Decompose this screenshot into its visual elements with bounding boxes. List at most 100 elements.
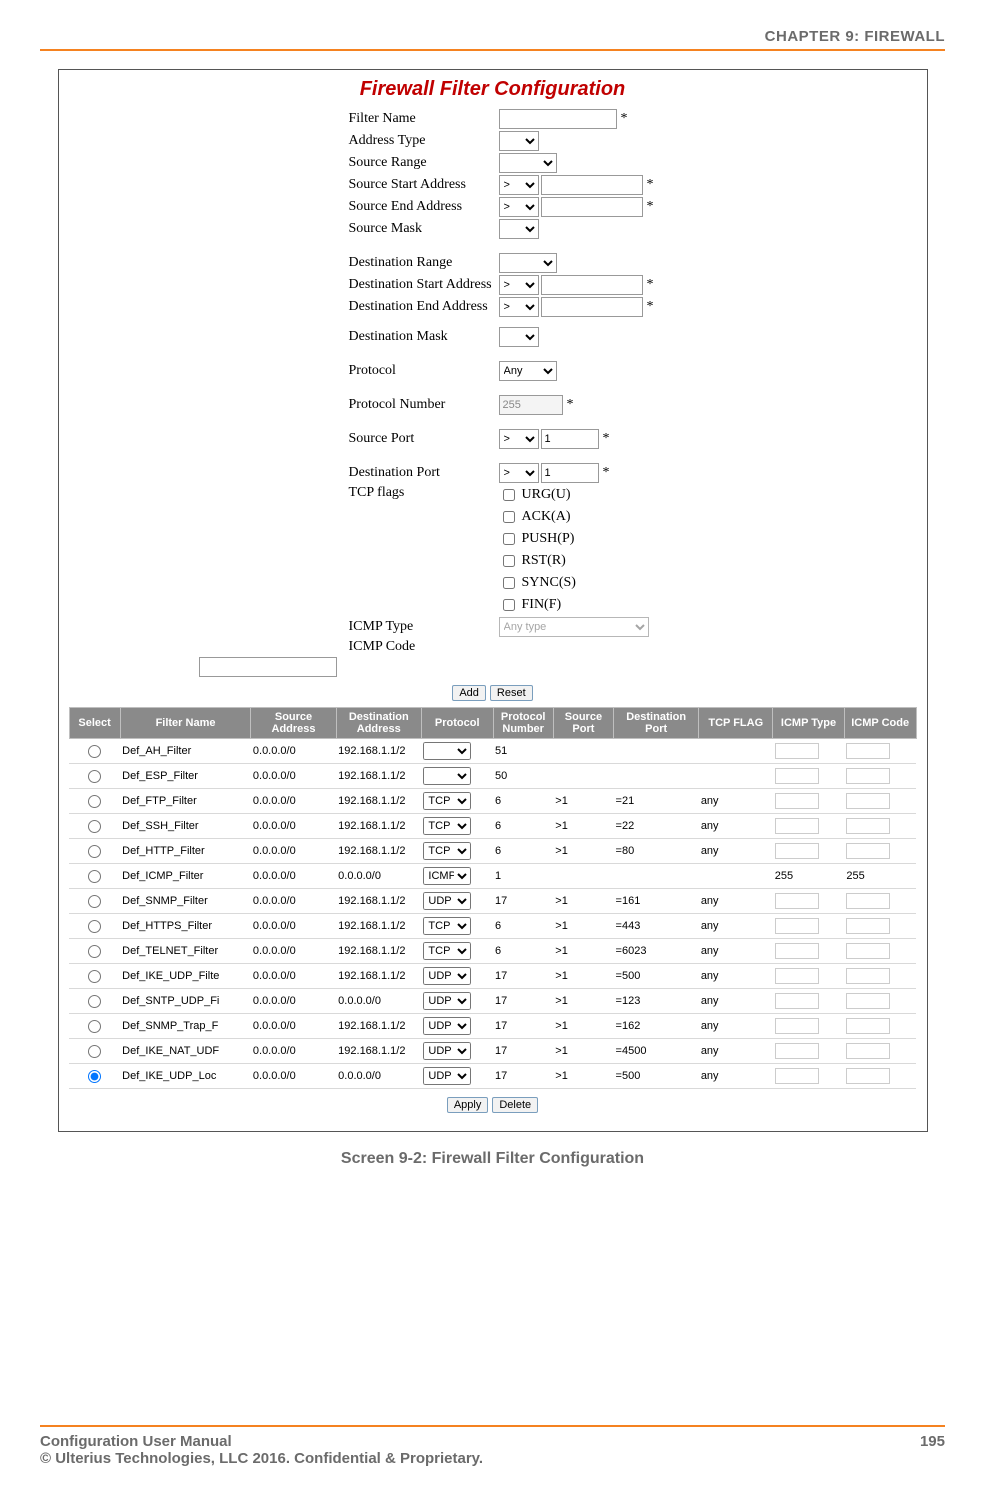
- tcp-flag-ack-checkbox[interactable]: [503, 511, 515, 523]
- tcp-flag-sync-checkbox[interactable]: [503, 577, 515, 589]
- row-protocol-select[interactable]: TCP: [423, 842, 471, 860]
- row-icmptype-input[interactable]: [775, 893, 819, 909]
- source-end-input[interactable]: [541, 197, 643, 217]
- dest-range-select[interactable]: [499, 253, 557, 273]
- row-select-radio[interactable]: [88, 1045, 101, 1058]
- row-select-radio[interactable]: [88, 795, 101, 808]
- row-dst: 0.0.0.0/0: [336, 864, 421, 889]
- row-icmptype-input[interactable]: [775, 818, 819, 834]
- row-icmptype-input[interactable]: [775, 793, 819, 809]
- row-select-radio[interactable]: [88, 1070, 101, 1083]
- icmp-type-select[interactable]: Any type: [499, 617, 649, 637]
- tcp-flag-fin-checkbox[interactable]: [503, 599, 515, 611]
- row-protocol-select[interactable]: [423, 742, 471, 760]
- row-icmptype-input[interactable]: [775, 968, 819, 984]
- source-start-op-select[interactable]: >: [499, 175, 539, 195]
- dest-start-op-select[interactable]: >: [499, 275, 539, 295]
- row-icmpcode-input[interactable]: [846, 943, 890, 959]
- row-icmpcode-input[interactable]: [846, 918, 890, 934]
- source-end-label: Source End Address: [349, 199, 499, 215]
- row-select-radio[interactable]: [88, 995, 101, 1008]
- row-icmpcode-input[interactable]: [846, 993, 890, 1009]
- row-select-radio[interactable]: [88, 745, 101, 758]
- table-row: Def_SNMP_Trap_F0.0.0.0/0192.168.1.1/2UDP…: [69, 1014, 916, 1039]
- protocol-select[interactable]: Any: [499, 361, 557, 381]
- row-icmptype-input[interactable]: [775, 993, 819, 1009]
- row-select-radio[interactable]: [88, 970, 101, 983]
- source-range-select[interactable]: [499, 153, 557, 173]
- row-icmpcode-input[interactable]: [846, 1068, 890, 1084]
- tcp-flag-rst-checkbox[interactable]: [503, 555, 515, 567]
- row-select-radio[interactable]: [88, 770, 101, 783]
- row-dport: [614, 739, 699, 764]
- row-icmptype-input[interactable]: [775, 1018, 819, 1034]
- row-protocol-select[interactable]: UDP: [423, 1067, 471, 1085]
- row-icmpcode-input[interactable]: [846, 768, 890, 784]
- row-protocol-select[interactable]: [423, 767, 471, 785]
- dest-port-op-select[interactable]: >: [499, 463, 539, 483]
- row-protocol-select[interactable]: UDP: [423, 892, 471, 910]
- row-select-radio[interactable]: [88, 870, 101, 883]
- row-icmpcode-input[interactable]: [846, 793, 890, 809]
- row-protocol-select[interactable]: TCP: [423, 942, 471, 960]
- th-protnum: Protocol Number: [493, 708, 553, 739]
- dest-end-input[interactable]: [541, 297, 643, 317]
- row-icmptype-input[interactable]: [775, 918, 819, 934]
- address-type-label: Address Type: [349, 133, 499, 149]
- table-row: Def_SNTP_UDP_Fi0.0.0.0/00.0.0.0/0UDP17>1…: [69, 989, 916, 1014]
- filter-name-input[interactable]: [499, 109, 617, 129]
- row-select-radio[interactable]: [88, 1020, 101, 1033]
- row-icmpcode: [844, 764, 916, 789]
- source-port-input[interactable]: [541, 429, 599, 449]
- tcp-flag-push-checkbox[interactable]: [503, 533, 515, 545]
- source-end-op-select[interactable]: >: [499, 197, 539, 217]
- row-icmpcode-input[interactable]: [846, 743, 890, 759]
- icmp-code-input[interactable]: [199, 657, 337, 677]
- row-sport: >1: [553, 964, 613, 989]
- row-protocol-select[interactable]: UDP: [423, 967, 471, 985]
- dest-port-input[interactable]: [541, 463, 599, 483]
- row-name: Def_HTTPS_Filter: [120, 914, 251, 939]
- row-sport: [553, 864, 613, 889]
- row-protocol-select[interactable]: UDP: [423, 1017, 471, 1035]
- row-icmptype: [773, 964, 845, 989]
- row-select-radio[interactable]: [88, 820, 101, 833]
- row-icmptype-input[interactable]: [775, 1043, 819, 1059]
- dest-start-input[interactable]: [541, 275, 643, 295]
- tcp-flag-urg-checkbox[interactable]: [503, 489, 515, 501]
- row-icmpcode: [844, 839, 916, 864]
- row-select-radio[interactable]: [88, 945, 101, 958]
- row-icmptype-input[interactable]: [775, 768, 819, 784]
- row-icmptype-input[interactable]: [775, 1068, 819, 1084]
- row-protocol-select[interactable]: TCP: [423, 792, 471, 810]
- row-protocol-select[interactable]: TCP: [423, 917, 471, 935]
- row-icmptype-input[interactable]: [775, 943, 819, 959]
- add-button[interactable]: Add: [452, 685, 486, 701]
- dest-end-label: Destination End Address: [349, 299, 499, 315]
- row-select-radio[interactable]: [88, 895, 101, 908]
- row-icmpcode-input[interactable]: [846, 893, 890, 909]
- reset-button[interactable]: Reset: [490, 685, 533, 701]
- row-icmpcode-input[interactable]: [846, 843, 890, 859]
- row-icmptype-input[interactable]: [775, 843, 819, 859]
- delete-button[interactable]: Delete: [492, 1097, 538, 1113]
- row-icmpcode-input[interactable]: [846, 968, 890, 984]
- row-icmptype-input[interactable]: [775, 743, 819, 759]
- row-protocol-select[interactable]: UDP: [423, 1042, 471, 1060]
- row-protocol-select[interactable]: TCP: [423, 817, 471, 835]
- source-start-input[interactable]: [541, 175, 643, 195]
- dest-end-op-select[interactable]: >: [499, 297, 539, 317]
- row-select-radio[interactable]: [88, 920, 101, 933]
- apply-button[interactable]: Apply: [447, 1097, 489, 1113]
- row-icmpcode-input[interactable]: [846, 1043, 890, 1059]
- dest-mask-select[interactable]: [499, 327, 539, 347]
- row-select-radio[interactable]: [88, 845, 101, 858]
- row-protocol-select[interactable]: ICMP: [423, 867, 471, 885]
- protocol-number-input[interactable]: [499, 395, 563, 415]
- row-protocol-select[interactable]: UDP: [423, 992, 471, 1010]
- row-icmpcode-input[interactable]: [846, 818, 890, 834]
- row-icmpcode-input[interactable]: [846, 1018, 890, 1034]
- address-type-select[interactable]: [499, 131, 539, 151]
- source-mask-select[interactable]: [499, 219, 539, 239]
- source-port-op-select[interactable]: >: [499, 429, 539, 449]
